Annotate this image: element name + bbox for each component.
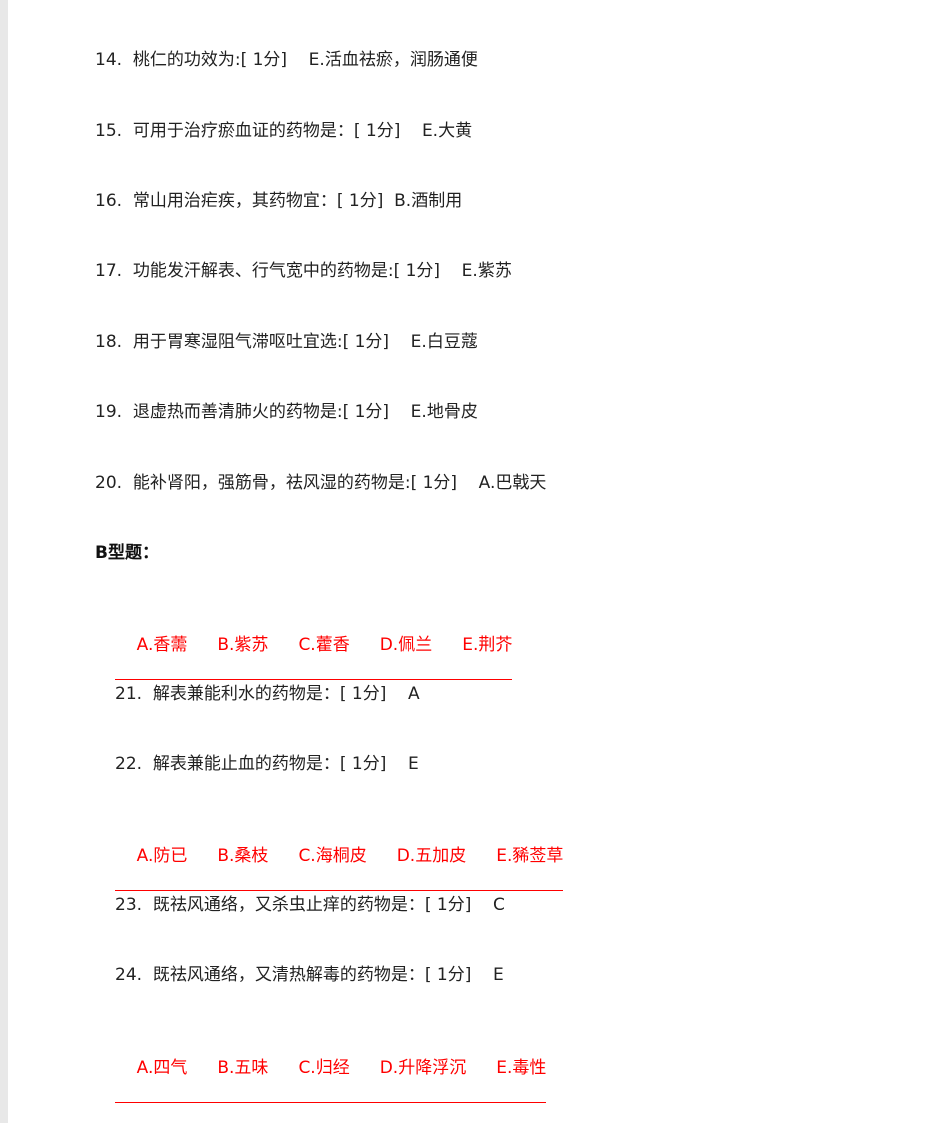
option: D.佩兰	[379, 635, 433, 655]
question-14: 14. 桃仁的功效为:[ 1分] E.活血祛瘀，润肠通便	[95, 50, 478, 70]
option-row-2: A.防已 B.桑枝 C.海桐皮 D.五加皮 E.豨莶草	[115, 823, 564, 891]
section-b-heading: B型题：	[95, 543, 159, 563]
option: C.海桐皮	[298, 846, 367, 866]
question-19: 19. 退虚热而善清肺火的药物是:[ 1分] E.地骨皮	[95, 402, 478, 422]
question-22: 22. 解表兼能止血的药物是：[ 1分] E	[115, 754, 419, 774]
question-16: 16. 常山用治疟疾，其药物宜：[ 1分] B.酒制用	[95, 191, 463, 211]
option: B.桑枝	[217, 846, 269, 866]
option: D.五加皮	[396, 846, 467, 866]
question-23: 23. 既祛风通络，又杀虫止痒的药物是：[ 1分] C	[115, 895, 505, 915]
option: A.香薷	[136, 635, 188, 655]
option: B.五味	[217, 1058, 269, 1078]
document-page: 14. 桃仁的功效为:[ 1分] E.活血祛瘀，润肠通便 15. 可用于治疗瘀血…	[8, 0, 945, 1123]
option: A.防已	[136, 846, 188, 866]
question-24: 24. 既祛风通络，又清热解毒的药物是：[ 1分] E	[115, 965, 504, 985]
option-row-3: A.四气 B.五味 C.归经 D.升降浮沉 E.毒性	[115, 1035, 547, 1103]
option: E.荆芥	[462, 635, 513, 655]
question-17: 17. 功能发汗解表、行气宽中的药物是:[ 1分] E.紫苏	[95, 261, 512, 281]
question-21: 21. 解表兼能利水的药物是：[ 1分] A	[115, 684, 420, 704]
option: E.毒性	[496, 1058, 547, 1078]
option: A.四气	[136, 1058, 188, 1078]
question-18: 18. 用于胃寒湿阻气滞呕吐宜选:[ 1分] E.白豆蔻	[95, 332, 478, 352]
option-row-1: A.香薷 B.紫苏 C.藿香 D.佩兰 E.荆芥	[115, 612, 513, 680]
option: D.升降浮沉	[379, 1058, 467, 1078]
question-20: 20. 能补肾阳，强筋骨，祛风湿的药物是:[ 1分] A.巴戟天	[95, 473, 547, 493]
option: C.藿香	[298, 635, 350, 655]
question-15: 15. 可用于治疗瘀血证的药物是：[ 1分] E.大黄	[95, 121, 473, 141]
option: C.归经	[298, 1058, 350, 1078]
option: E.豨莶草	[496, 846, 564, 866]
option: B.紫苏	[217, 635, 269, 655]
